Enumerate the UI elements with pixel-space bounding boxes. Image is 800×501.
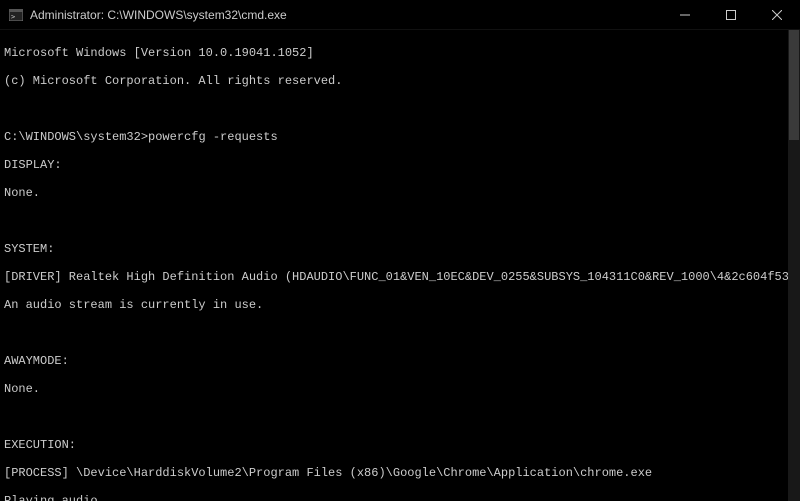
blank-line bbox=[4, 102, 784, 116]
prompt: C:\WINDOWS\system32> bbox=[4, 130, 148, 144]
titlebar[interactable]: > Administrator: C:\WINDOWS\system32\cmd… bbox=[0, 0, 800, 30]
section-body: None. bbox=[4, 186, 784, 200]
section-body: None. bbox=[4, 382, 784, 396]
section-body: [PROCESS] \Device\HarddiskVolume2\Progra… bbox=[4, 466, 784, 480]
maximize-button[interactable] bbox=[708, 0, 754, 29]
blank-line bbox=[4, 410, 784, 424]
close-button[interactable] bbox=[754, 0, 800, 29]
section-body: An audio stream is currently in use. bbox=[4, 298, 784, 312]
blank-line bbox=[4, 214, 784, 228]
window-controls bbox=[662, 0, 800, 29]
terminal-area[interactable]: Microsoft Windows [Version 10.0.19041.10… bbox=[0, 30, 800, 501]
window-title: Administrator: C:\WINDOWS\system32\cmd.e… bbox=[30, 8, 287, 22]
scrollbar-thumb[interactable] bbox=[789, 30, 799, 140]
blank-line bbox=[4, 326, 784, 340]
command-text: powercfg -requests bbox=[148, 130, 278, 144]
minimize-button[interactable] bbox=[662, 0, 708, 29]
section-body: Playing audio bbox=[4, 494, 784, 501]
section-header: SYSTEM: bbox=[4, 242, 784, 256]
section-header: DISPLAY: bbox=[4, 158, 784, 172]
prompt-line: C:\WINDOWS\system32>powercfg -requests bbox=[4, 130, 784, 144]
cmd-icon: > bbox=[8, 7, 24, 23]
section-header: EXECUTION: bbox=[4, 438, 784, 452]
banner-line: (c) Microsoft Corporation. All rights re… bbox=[4, 74, 784, 88]
vertical-scrollbar[interactable] bbox=[788, 30, 800, 501]
section-body: [DRIVER] Realtek High Definition Audio (… bbox=[4, 270, 784, 284]
terminal-output[interactable]: Microsoft Windows [Version 10.0.19041.10… bbox=[0, 30, 788, 501]
banner-line: Microsoft Windows [Version 10.0.19041.10… bbox=[4, 46, 784, 60]
cmd-window: > Administrator: C:\WINDOWS\system32\cmd… bbox=[0, 0, 800, 501]
svg-text:>: > bbox=[11, 13, 15, 21]
section-header: AWAYMODE: bbox=[4, 354, 784, 368]
